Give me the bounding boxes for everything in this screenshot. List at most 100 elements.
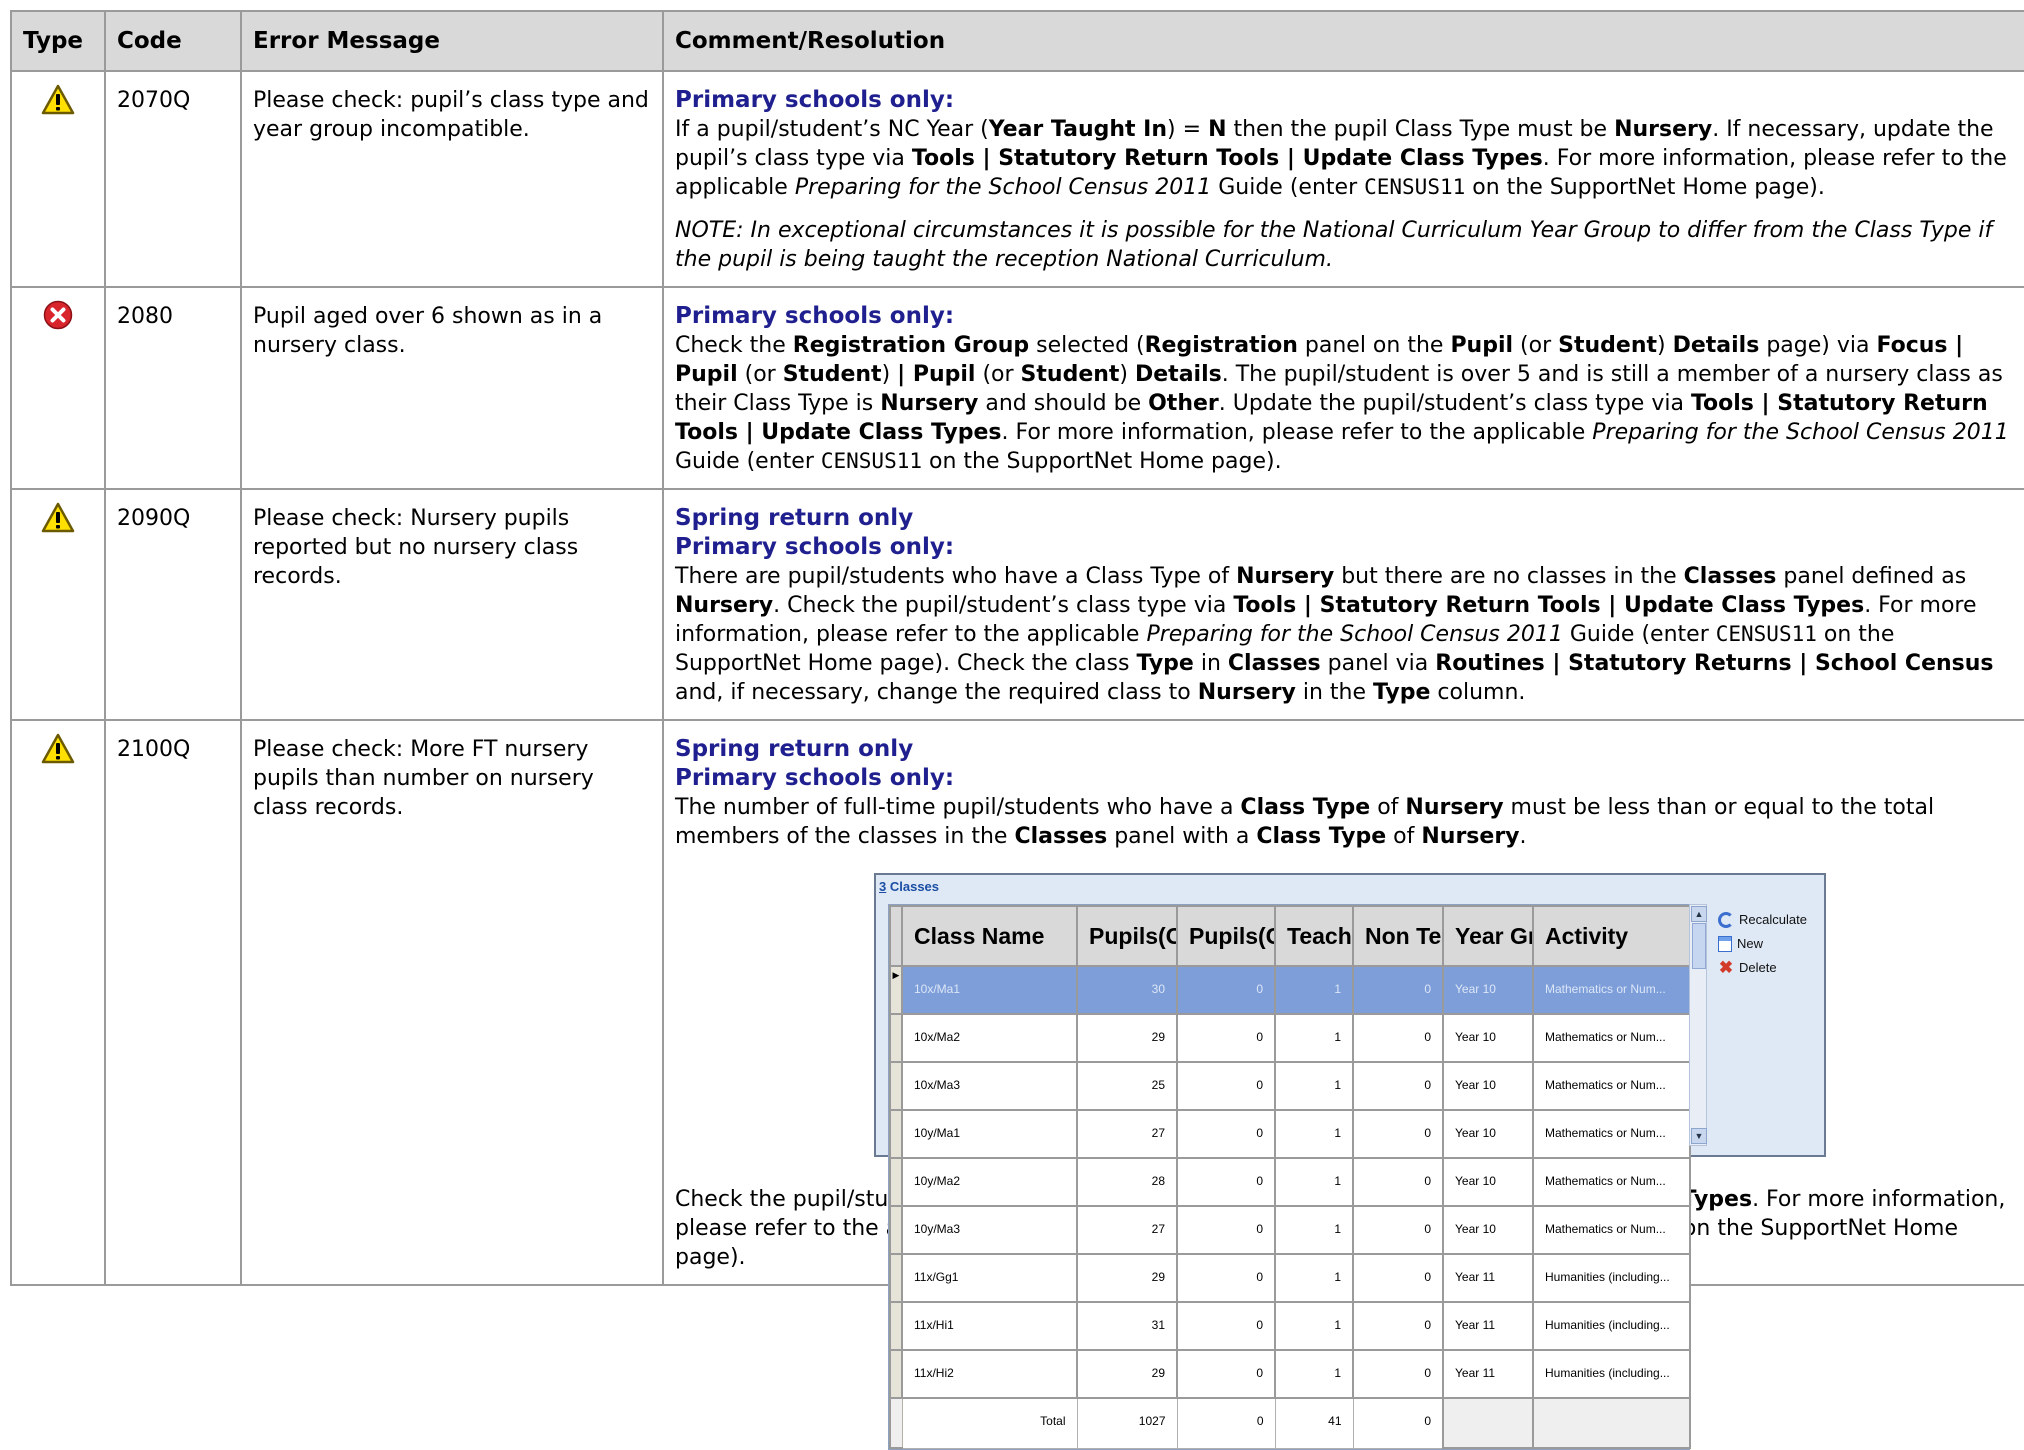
grid-row[interactable]: 11x/Hi1 31 0 1 0 Year 11 Humanities (including… (889, 1301, 1691, 1351)
ui-term: Student (1558, 333, 1658, 358)
grid-cell[interactable]: 27 (1076, 1109, 1178, 1159)
grid-cell[interactable]: 30 (1076, 965, 1178, 1015)
grid-cell[interactable]: 27 (1076, 1205, 1178, 1255)
grid-column-header[interactable]: Pupils(Guest) (1176, 905, 1276, 967)
grid-cell[interactable]: Year 10 (1442, 1205, 1534, 1255)
grid-cell[interactable]: Year 10 (1442, 965, 1534, 1015)
grid-cell[interactable]: 0 (1352, 1013, 1444, 1063)
grid-row[interactable]: 11x/Hi2 29 0 1 0 Year 11 Humanities (including… (889, 1349, 1691, 1399)
new-document-icon (1718, 936, 1732, 952)
panel-number: 3 (879, 879, 887, 894)
grid-cell[interactable]: 0 (1352, 1253, 1444, 1303)
grid-column-header[interactable]: Activity (1532, 905, 1691, 967)
grid-cell[interactable]: 1 (1274, 1109, 1354, 1159)
grid-cell[interactable]: 0 (1176, 1301, 1276, 1351)
grid-row[interactable]: 10y/Ma2 28 0 1 0 Year 10 Mathematics or Num... (889, 1157, 1691, 1207)
grid-column-header[interactable]: Class Name (901, 905, 1078, 967)
grid-cell[interactable]: Mathematics or Num... (1532, 1061, 1691, 1111)
grid-cell[interactable]: 0 (1352, 1301, 1444, 1351)
text-run: in the (1295, 680, 1373, 705)
grid-cell[interactable]: 0 (1352, 1061, 1444, 1111)
grid-cell[interactable]: 10x/Ma3 (901, 1061, 1078, 1111)
grid-cell[interactable]: 0 (1352, 965, 1444, 1015)
grid-cell[interactable]: 0 (1176, 1061, 1276, 1111)
grid-cell[interactable]: 0 (1176, 1013, 1276, 1063)
grid-cell[interactable]: Mathematics or Num... (1532, 1205, 1691, 1255)
resolution-heading: Primary schools only: (675, 87, 955, 113)
grid-cell[interactable]: 29 (1076, 1013, 1178, 1063)
grid-row[interactable]: 10y/Ma3 27 0 1 0 Year 10 Mathematics or Num... (889, 1205, 1691, 1255)
grid-cell[interactable]: 1 (1274, 1013, 1354, 1063)
grid-row[interactable]: ▶ 10x/Ma1 30 0 1 0 Year 10 Mathematics or Num..… (889, 965, 1691, 1015)
grid-cell[interactable]: Humanities (including... (1532, 1349, 1691, 1399)
grid-cell[interactable]: 1 (1274, 1253, 1354, 1303)
grid-cell[interactable]: 25 (1076, 1061, 1178, 1111)
grid-cell[interactable]: 0 (1352, 1349, 1444, 1399)
grid-cell[interactable]: 11x/Hi2 (901, 1349, 1078, 1399)
grid-cell[interactable]: Mathematics or Num... (1532, 1157, 1691, 1207)
grid-cell[interactable]: Year 10 (1442, 1109, 1534, 1159)
grid-row[interactable]: 10y/Ma1 27 0 1 0 Year 10 Mathematics or Num... (889, 1109, 1691, 1159)
scroll-thumb[interactable] (1692, 923, 1706, 969)
grid-cell[interactable]: 1 (1274, 1205, 1354, 1255)
grid-cell[interactable]: 0 (1176, 1109, 1276, 1159)
grid-cell[interactable]: Humanities (including... (1532, 1253, 1691, 1303)
recalculate-button[interactable]: Recalculate (1718, 908, 1818, 932)
grid-cell[interactable]: 0 (1176, 1253, 1276, 1303)
text-run: Guide (enter (1562, 622, 1716, 647)
scroll-down-icon[interactable]: ▼ (1691, 1128, 1707, 1144)
classes-grid[interactable]: Class NamePupils(On Roll)Pupils(Guest)Te… (888, 904, 1691, 1450)
grid-cell[interactable]: 29 (1076, 1253, 1178, 1303)
new-button[interactable]: New (1718, 932, 1818, 956)
grid-cell[interactable]: 0 (1176, 965, 1276, 1015)
grid-column-header[interactable]: Teachers (1274, 905, 1354, 967)
ui-term: Registration Group (792, 333, 1030, 358)
grid-cell[interactable]: Year 11 (1442, 1349, 1534, 1399)
grid-cell[interactable]: 10x/Ma2 (901, 1013, 1078, 1063)
grid-cell[interactable]: 1 (1274, 1301, 1354, 1351)
grid-column-header[interactable]: Non Teachers (1352, 905, 1444, 967)
grid-column-header[interactable]: Pupils(On Roll) (1076, 905, 1178, 967)
grid-cell[interactable]: Year 11 (1442, 1253, 1534, 1303)
text-run: panel via (1320, 651, 1436, 676)
grid-cell[interactable]: Year 11 (1442, 1301, 1534, 1351)
grid-cell[interactable]: 10y/Ma3 (901, 1205, 1078, 1255)
grid-cell[interactable]: Mathematics or Num... (1532, 1013, 1691, 1063)
delete-button[interactable]: ✖ Delete (1718, 956, 1818, 980)
grid-column-header[interactable]: Year Group (1442, 905, 1534, 967)
grid-row[interactable]: 10x/Ma2 29 0 1 0 Year 10 Mathematics or Num... (889, 1013, 1691, 1063)
grid-cell[interactable]: 1 (1274, 1349, 1354, 1399)
grid-cell[interactable]: 28 (1076, 1157, 1178, 1207)
grid-cell[interactable]: 1 (1274, 1061, 1354, 1111)
grid-cell[interactable]: Year 10 (1442, 1157, 1534, 1207)
grid-cell[interactable]: 1 (1274, 1157, 1354, 1207)
grid-cell[interactable]: Year 10 (1442, 1061, 1534, 1111)
grid-cell[interactable]: Year 10 (1442, 1013, 1534, 1063)
grid-cell[interactable]: 0 (1176, 1349, 1276, 1399)
grid-cell[interactable]: 0 (1176, 1205, 1276, 1255)
grid-cell[interactable]: 10y/Ma2 (901, 1157, 1078, 1207)
grid-cell[interactable]: 31 (1076, 1301, 1178, 1351)
grid-cell[interactable]: 0 (1352, 1157, 1444, 1207)
grid-cell[interactable]: 11x/Gg1 (901, 1253, 1078, 1303)
grid-cell[interactable]: Humanities (including... (1532, 1301, 1691, 1351)
scroll-up-icon[interactable]: ▲ (1691, 906, 1707, 922)
row-header (889, 1253, 903, 1303)
text-run: . For more information, please refer to … (1001, 420, 1593, 445)
grid-cell[interactable]: 0 (1352, 1205, 1444, 1255)
row-header (889, 1109, 903, 1159)
grid-cell[interactable]: Mathematics or Num... (1532, 965, 1691, 1015)
row-header (889, 1349, 903, 1399)
grid-cell[interactable]: 29 (1076, 1349, 1178, 1399)
grid-cell[interactable]: 1 (1274, 965, 1354, 1015)
grid-cell[interactable]: 10x/Ma1 (901, 965, 1078, 1015)
grid-cell[interactable]: 0 (1352, 1109, 1444, 1159)
grid-row[interactable]: 10x/Ma3 25 0 1 0 Year 10 Mathematics or Num... (889, 1061, 1691, 1111)
grid-cell[interactable]: 10y/Ma1 (901, 1109, 1078, 1159)
grid-cell[interactable]: 0 (1176, 1157, 1276, 1207)
grid-cell[interactable]: Mathematics or Num... (1532, 1109, 1691, 1159)
grid-scrollbar[interactable]: ▲ ▼ (1689, 904, 1707, 1146)
header-comment-resolution: Comment/Resolution (662, 10, 2024, 72)
grid-cell[interactable]: 11x/Hi1 (901, 1301, 1078, 1351)
grid-row[interactable]: 11x/Gg1 29 0 1 0 Year 11 Humanities (including… (889, 1253, 1691, 1303)
